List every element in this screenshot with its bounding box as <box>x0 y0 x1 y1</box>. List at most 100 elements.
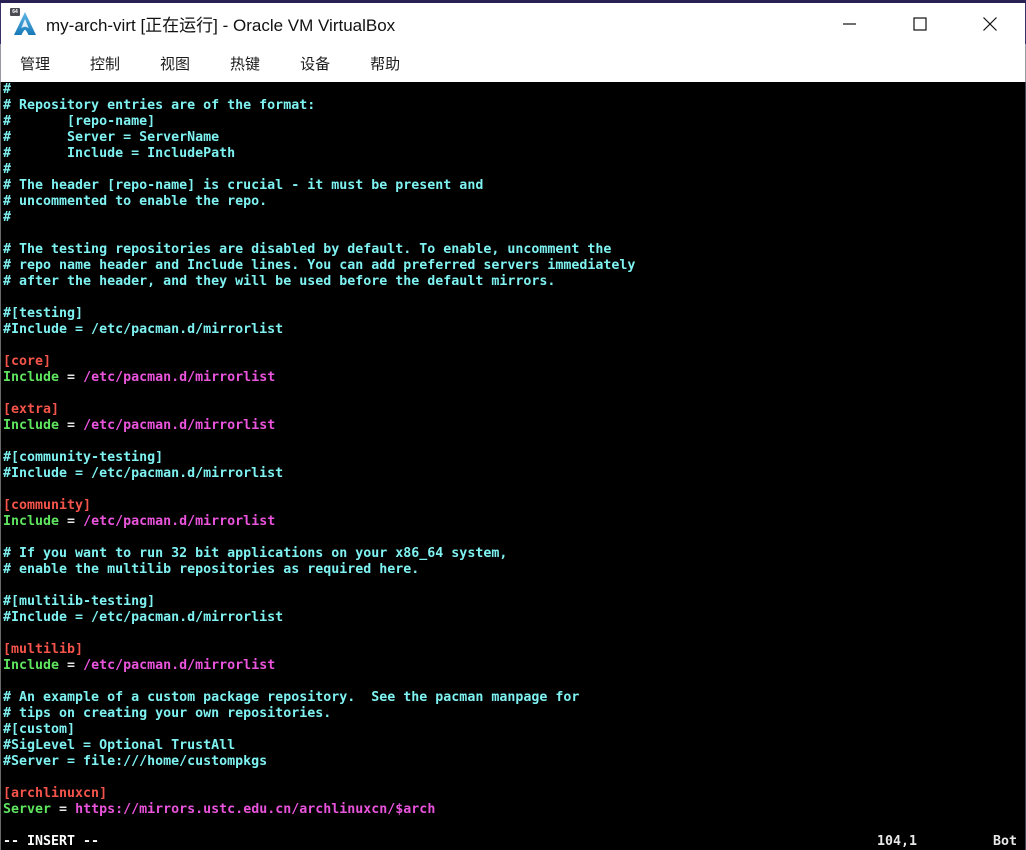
terminal-line: # [repo-name] <box>3 114 1025 130</box>
titlebar[interactable]: 64 my-arch-virt [正在运行] - Oracle VM Virtu… <box>0 3 1026 44</box>
vm-terminal-display[interactable]: ## Repository entries are of the format:… <box>0 82 1026 850</box>
syntax-segment-comment: #[custom] <box>3 722 75 737</box>
terminal-line: [archlinuxcn] <box>3 786 1025 802</box>
terminal-line: #[testing] <box>3 306 1025 322</box>
menu-item[interactable]: 帮助 <box>352 47 418 80</box>
vim-cursor-ruler: 104,1 <box>877 834 917 850</box>
syntax-segment-comment: # uncommented to enable the repo. <box>3 194 267 209</box>
terminal-line: # The header [repo-name] is crucial - it… <box>3 178 1025 194</box>
menu-item[interactable]: 管理 <box>2 47 68 80</box>
menu-item[interactable]: 热键 <box>212 47 278 80</box>
terminal-line: [extra] <box>3 402 1025 418</box>
terminal-line: Include = /etc/pacman.d/mirrorlist <box>3 370 1025 386</box>
syntax-segment-comment: #Server = file:///home/custompkgs <box>3 754 267 769</box>
syntax-segment-operator: = <box>59 418 83 433</box>
syntax-segment-comment: # enable the multilib repositories as re… <box>3 562 419 577</box>
terminal-line <box>3 386 1025 402</box>
syntax-segment-comment: #[community-testing] <box>3 450 163 465</box>
menu-item[interactable]: 视图 <box>142 47 208 80</box>
menu-item[interactable]: 控制 <box>72 47 138 80</box>
syntax-segment-comment: # An example of a custom package reposit… <box>3 690 579 705</box>
syntax-segment-comment: #Include = /etc/pacman.d/mirrorlist <box>3 610 283 625</box>
syntax-segment-operator: = <box>59 514 83 529</box>
terminal-line <box>3 530 1025 546</box>
vim-mode-indicator: -- INSERT -- <box>3 834 99 850</box>
terminal-line <box>3 338 1025 354</box>
syntax-segment-comment: #[multilib-testing] <box>3 594 155 609</box>
terminal-line: #SigLevel = Optional TrustAll <box>3 738 1025 754</box>
terminal-line: # uncommented to enable the repo. <box>3 194 1025 210</box>
terminal-line: # Repository entries are of the format: <box>3 98 1025 114</box>
terminal-line: # repo name header and Include lines. Yo… <box>3 258 1025 274</box>
syntax-segment-comment: # Repository entries are of the format: <box>3 98 315 113</box>
syntax-segment-comment: # [repo-name] <box>3 114 155 129</box>
minimize-button[interactable] <box>815 3 885 44</box>
syntax-segment-key: Include <box>3 418 59 433</box>
syntax-segment-section: [extra] <box>3 402 59 417</box>
terminal-line: # <box>3 82 1025 98</box>
syntax-segment-comment: # <box>3 162 11 177</box>
syntax-segment-operator: = <box>59 370 83 385</box>
syntax-segment-comment: #SigLevel = Optional TrustAll <box>3 738 235 753</box>
terminal-line: # If you want to run 32 bit applications… <box>3 546 1025 562</box>
terminal-line: # An example of a custom package reposit… <box>3 690 1025 706</box>
terminal-line: # Server = ServerName <box>3 130 1025 146</box>
terminal-line: #[community-testing] <box>3 450 1025 466</box>
terminal-line: [core] <box>3 354 1025 370</box>
terminal-line <box>3 226 1025 242</box>
syntax-segment-value: /etc/pacman.d/mirrorlist <box>83 418 275 433</box>
terminal-line: #Include = /etc/pacman.d/mirrorlist <box>3 322 1025 338</box>
syntax-segment-value: /etc/pacman.d/mirrorlist <box>83 370 275 385</box>
syntax-segment-operator: = <box>59 658 83 673</box>
menu-item[interactable]: 设备 <box>282 47 348 80</box>
syntax-segment-operator: = <box>51 802 75 817</box>
syntax-segment-comment: #[testing] <box>3 306 83 321</box>
maximize-button[interactable] <box>885 3 955 44</box>
terminal-line: #Include = /etc/pacman.d/mirrorlist <box>3 466 1025 482</box>
syntax-segment-comment: # repo name header and Include lines. Yo… <box>3 258 635 273</box>
syntax-segment-comment: # The header [repo-name] is crucial - it… <box>3 178 483 193</box>
syntax-segment-section: [core] <box>3 354 51 369</box>
terminal-line: Include = /etc/pacman.d/mirrorlist <box>3 658 1025 674</box>
terminal-line <box>3 578 1025 594</box>
syntax-segment-comment: # The testing repositories are disabled … <box>3 242 611 257</box>
terminal-line <box>3 482 1025 498</box>
terminal-line: # enable the multilib repositories as re… <box>3 562 1025 578</box>
terminal-line: # Include = IncludePath <box>3 146 1025 162</box>
terminal-line <box>3 674 1025 690</box>
syntax-segment-key: Include <box>3 514 59 529</box>
window-title: my-arch-virt [正在运行] - Oracle VM VirtualB… <box>46 11 395 36</box>
syntax-segment-comment: # If you want to run 32 bit applications… <box>3 546 507 561</box>
syntax-segment-key: Include <box>3 658 59 673</box>
icon-64-badge: 64 <box>10 8 20 16</box>
syntax-segment-key: Server <box>3 802 51 817</box>
syntax-segment-comment: #Include = /etc/pacman.d/mirrorlist <box>3 322 283 337</box>
terminal-line: # tips on creating your own repositories… <box>3 706 1025 722</box>
syntax-segment-section: [multilib] <box>3 642 83 657</box>
syntax-segment-comment: # after the header, and they will be use… <box>3 274 555 289</box>
maximize-icon <box>913 17 927 31</box>
vim-status-line: -- INSERT -- 104,1 Bot <box>3 834 1025 850</box>
arch-linux-icon: 64 <box>12 11 38 37</box>
terminal-line: # <box>3 210 1025 226</box>
terminal-line <box>3 626 1025 642</box>
close-icon <box>983 17 997 31</box>
terminal-line: # The testing repositories are disabled … <box>3 242 1025 258</box>
terminal-line: [community] <box>3 498 1025 514</box>
syntax-segment-section: [community] <box>3 498 91 513</box>
terminal-line: #Include = /etc/pacman.d/mirrorlist <box>3 610 1025 626</box>
minimize-icon <box>843 17 857 31</box>
syntax-segment-value: /etc/pacman.d/mirrorlist <box>83 514 275 529</box>
terminal-line <box>3 770 1025 786</box>
syntax-segment-comment: # tips on creating your own repositories… <box>3 706 331 721</box>
terminal-line: #[multilib-testing] <box>3 594 1025 610</box>
close-button[interactable] <box>955 3 1025 44</box>
syntax-segment-comment: # <box>3 210 11 225</box>
terminal-line: Include = /etc/pacman.d/mirrorlist <box>3 418 1025 434</box>
terminal-line: # <box>3 162 1025 178</box>
window-controls <box>815 3 1025 44</box>
syntax-segment-comment: # Include = IncludePath <box>3 146 235 161</box>
terminal-line: #[custom] <box>3 722 1025 738</box>
terminal-line: #Server = file:///home/custompkgs <box>3 754 1025 770</box>
syntax-segment-value: /etc/pacman.d/mirrorlist <box>83 658 275 673</box>
